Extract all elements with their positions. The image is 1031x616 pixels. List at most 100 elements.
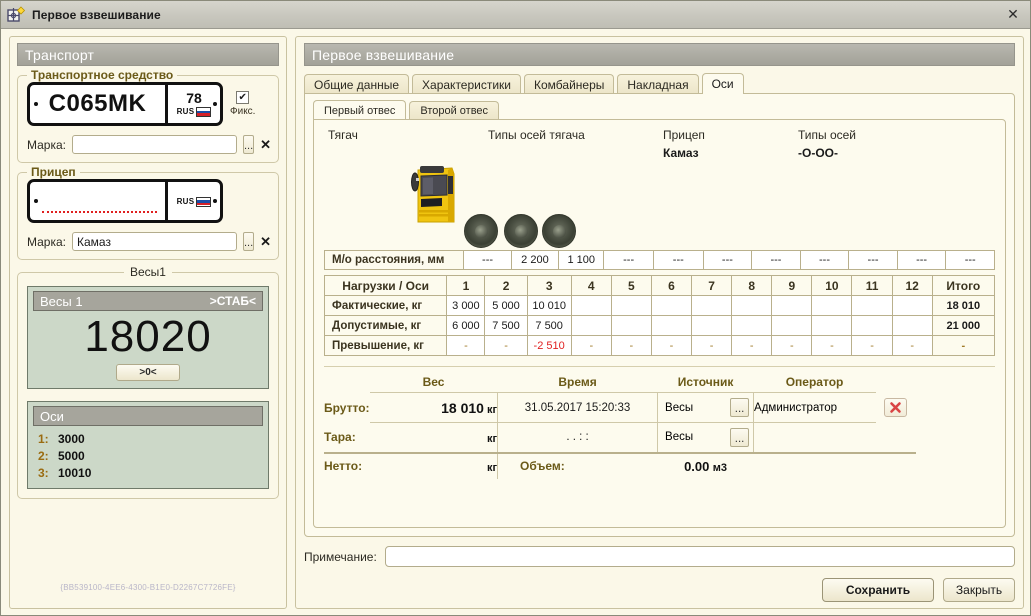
fix-checkbox-group[interactable]: ✔ Фикс. <box>230 91 255 117</box>
vehicle-plate-number: C065MK <box>49 92 147 116</box>
tare-source-browse-button[interactable]: ... <box>730 428 749 447</box>
scale-weight-value: 18020 <box>33 311 263 363</box>
volume-label-cell: Объем: <box>498 453 658 479</box>
trailer-plate-region[interactable]: RUS <box>168 182 220 220</box>
load-total-cell: 18 010 <box>932 296 994 316</box>
distance-cell[interactable]: 2 200 <box>511 251 558 270</box>
load-cell[interactable] <box>651 316 691 336</box>
trailer-marka-browse-button[interactable]: ... <box>243 232 254 251</box>
vehicle-marka-browse-button[interactable]: ... <box>243 135 254 154</box>
subtab-pervyj-otves[interactable]: Первый отвес <box>313 100 406 120</box>
scale-zero-button[interactable]: >0< <box>116 364 180 381</box>
distance-cell[interactable]: 1 100 <box>559 251 604 270</box>
distance-cell[interactable]: --- <box>703 251 752 270</box>
axle-column-header: 6 <box>651 276 691 296</box>
load-cell[interactable] <box>732 316 772 336</box>
load-cell[interactable] <box>651 296 691 316</box>
vehicle-plate-number-area[interactable]: C065MK <box>30 85 168 123</box>
distance-cell[interactable]: --- <box>849 251 898 270</box>
tab-obshie-dannye[interactable]: Общие данные <box>304 74 409 94</box>
trailer-axle-types-value: -O-OO- <box>798 146 995 160</box>
scale-display-header: Весы 1 >СТАБ< <box>33 291 263 311</box>
load-cell[interactable]: 5 000 <box>485 296 527 316</box>
load-cell[interactable] <box>892 316 932 336</box>
vehicle-marka-clear-button[interactable]: ✕ <box>260 135 271 154</box>
load-cell[interactable]: 10 010 <box>527 296 571 316</box>
trailer-marka-input[interactable] <box>72 232 237 251</box>
distance-cell[interactable]: --- <box>946 251 995 270</box>
load-cell[interactable] <box>852 316 892 336</box>
vehicle-marka-row: Марка: ... ✕ <box>27 135 269 154</box>
gross-weight-cell[interactable]: 18 010кг <box>370 393 498 423</box>
close-button[interactable]: Закрыть <box>943 578 1015 602</box>
sub-tab-bar: Первый отвес Второй отвес <box>313 100 1006 120</box>
axle-column-header: 12 <box>892 276 932 296</box>
load-cell[interactable] <box>772 296 812 316</box>
load-cell[interactable] <box>611 316 651 336</box>
tab-harakteristiki[interactable]: Характеристики <box>412 74 521 94</box>
load-cell[interactable]: 6 000 <box>447 316 485 336</box>
load-cell[interactable]: 7 500 <box>527 316 571 336</box>
load-cell[interactable] <box>611 296 651 316</box>
distance-cell[interactable]: --- <box>800 251 849 270</box>
window-body: Транспорт Транспортное средство C065MK 7… <box>1 29 1030 615</box>
gross-row-label: Брутто: <box>324 393 370 423</box>
row-label-allowed: Допустимые, кг <box>325 316 447 336</box>
footer-buttons: Сохранить Закрыть <box>304 578 1015 602</box>
weights-form: Вес Время Источник Оператор Брутто: 18 0… <box>324 366 995 479</box>
excess-total-cell: - <box>932 336 994 356</box>
trailer-plate[interactable]: RUS <box>27 179 223 223</box>
note-input[interactable] <box>385 546 1015 567</box>
tare-time-cell[interactable]: . . : : <box>498 423 658 453</box>
axle-loads-table: Нагрузки / Оси 1 2 3 4 5 6 7 8 9 10 11 <box>324 275 995 356</box>
fix-checkbox[interactable]: ✔ <box>236 91 249 104</box>
axis-index: 2: <box>38 448 58 465</box>
tare-weight-cell[interactable]: кг <box>370 423 498 453</box>
load-cell[interactable] <box>571 296 611 316</box>
load-cell[interactable] <box>732 296 772 316</box>
load-cell[interactable] <box>772 316 812 336</box>
tractor-axle-types-label: Типы осей тягача <box>488 128 663 146</box>
trailer-value: Камаз <box>663 146 798 160</box>
distance-cell[interactable]: --- <box>464 251 511 270</box>
load-cell[interactable] <box>812 296 852 316</box>
tab-nakladnaya[interactable]: Накладная <box>617 74 698 94</box>
vehicle-plate-region[interactable]: 78 RUS <box>168 85 220 123</box>
load-cell[interactable] <box>692 296 732 316</box>
distance-cell[interactable]: --- <box>752 251 801 270</box>
load-cell[interactable] <box>571 316 611 336</box>
load-cell[interactable] <box>852 296 892 316</box>
axis-value: 5000 <box>58 448 85 465</box>
close-icon[interactable]: ✕ <box>996 1 1030 28</box>
delete-gross-button[interactable] <box>884 398 907 417</box>
subtab-vtoroj-otves[interactable]: Второй отвес <box>409 101 499 120</box>
axle-column-header: 10 <box>812 276 852 296</box>
load-cell[interactable] <box>892 296 932 316</box>
gross-time-cell[interactable]: 31.05.2017 15:20:33 <box>498 393 658 423</box>
tab-osi[interactable]: Оси <box>702 73 744 94</box>
vehicle-marka-input[interactable] <box>72 135 237 154</box>
distance-cell[interactable]: --- <box>897 251 946 270</box>
distance-cell[interactable]: --- <box>604 251 654 270</box>
gross-source-inner: Весы ... <box>658 398 753 417</box>
trailer-plate-number-area[interactable] <box>30 182 168 220</box>
wheel-icon <box>542 214 576 248</box>
save-button[interactable]: Сохранить <box>822 578 934 602</box>
axle-column-header: 2 <box>485 276 527 296</box>
russia-flag-icon <box>196 107 211 117</box>
load-cell[interactable]: 7 500 <box>485 316 527 336</box>
tab-kombajnery[interactable]: Комбайнеры <box>524 74 614 94</box>
load-cell[interactable]: 3 000 <box>447 296 485 316</box>
load-cell[interactable] <box>692 316 732 336</box>
distance-cell[interactable]: --- <box>653 251 703 270</box>
tractor-axle-types-value <box>488 146 663 160</box>
netto-weight-unit: кг <box>487 462 497 474</box>
vehicle-plate[interactable]: C065MK 78 RUS <box>27 82 223 126</box>
trailer-marka-clear-button[interactable]: ✕ <box>260 232 271 251</box>
axle-distances-table: М/о расстояния, мм --- 2 200 1 100 --- -… <box>324 250 995 270</box>
sub-tab-panel-pervyj-otves: Тягач Типы осей тягача Прицеп Типы осей … <box>313 119 1006 528</box>
gross-source-browse-button[interactable]: ... <box>730 398 749 417</box>
trailer-marka-label: Марка: <box>27 235 66 249</box>
load-cell[interactable] <box>812 316 852 336</box>
tare-source-inner: Весы ... <box>658 428 753 447</box>
